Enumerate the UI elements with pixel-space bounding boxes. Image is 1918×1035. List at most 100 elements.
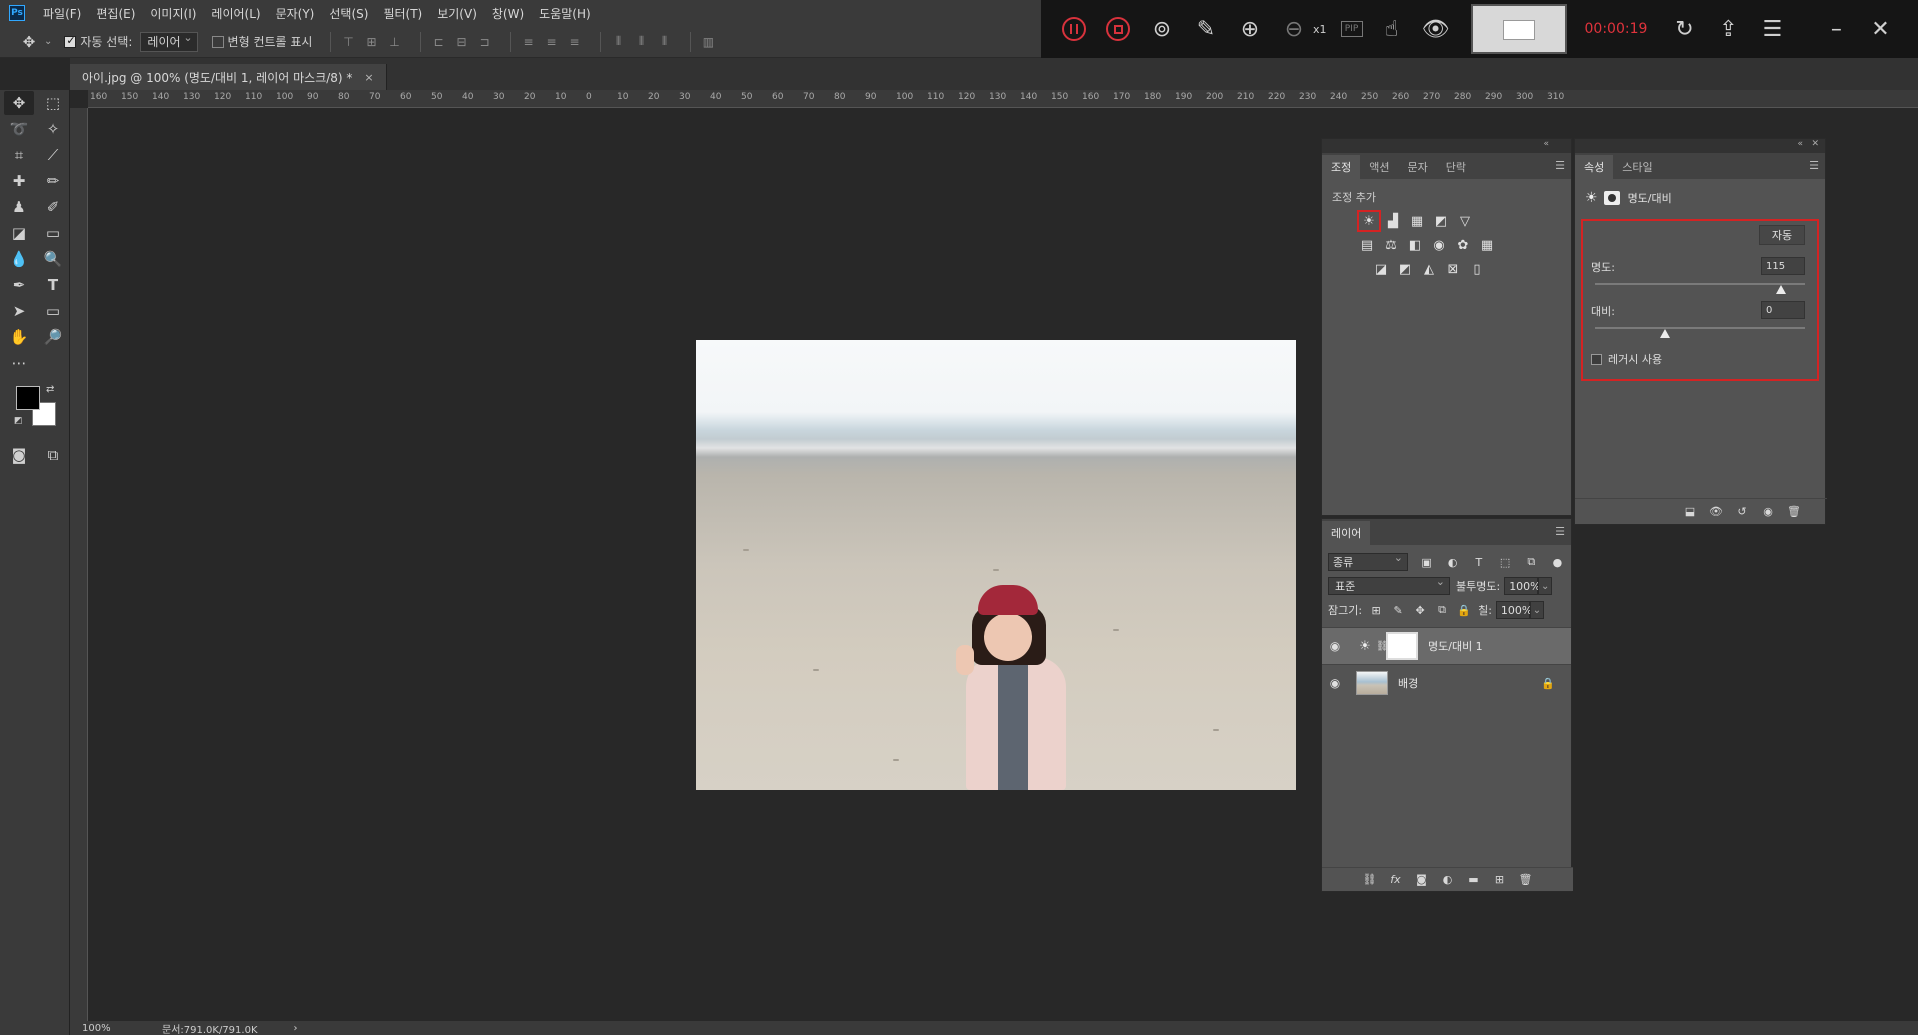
default-colors-icon[interactable]: ◩: [14, 416, 23, 426]
close-icon[interactable]: ✕: [1865, 14, 1895, 44]
brightness-contrast-icon[interactable]: ☀: [1585, 190, 1598, 206]
align-right-icon[interactable]: ⊐: [477, 35, 491, 49]
channel-mixer-icon[interactable]: ✿: [1454, 237, 1472, 253]
tab-layers[interactable]: 레이어: [1322, 521, 1371, 545]
curves-icon[interactable]: ▦: [1408, 213, 1426, 229]
threshold-icon[interactable]: ◭: [1420, 261, 1438, 277]
layer-filter-kind-dropdown[interactable]: 종류: [1328, 551, 1408, 571]
blend-mode-dropdown[interactable]: 표준: [1328, 575, 1450, 595]
vibrance-icon[interactable]: ▽: [1456, 213, 1474, 229]
visibility-eye-icon[interactable]: ◉: [1322, 676, 1348, 690]
swap-colors-icon[interactable]: ⇄: [46, 384, 54, 395]
more-tools-icon[interactable]: ⋯: [4, 351, 34, 375]
reset-icon[interactable]: ↺: [1734, 504, 1750, 520]
blur-tool-icon[interactable]: 💧: [4, 247, 34, 271]
healing-brush-tool-icon[interactable]: ✚: [4, 169, 34, 193]
layer-style-icon[interactable]: fx: [1388, 872, 1404, 888]
new-layer-icon[interactable]: ⊞: [1492, 872, 1508, 888]
magic-wand-tool-icon[interactable]: ✧: [38, 117, 68, 141]
delete-adjustment-icon[interactable]: 🗑: [1786, 504, 1802, 520]
auto-align-icon[interactable]: ▥: [701, 35, 715, 49]
distribute-vcenter-icon[interactable]: ≡: [544, 35, 558, 49]
layer-lock-icon[interactable]: 🔒: [1541, 677, 1555, 690]
pencil-icon[interactable]: ✎: [1191, 14, 1221, 44]
marquee-tool-icon[interactable]: ⬚: [38, 91, 68, 115]
panel-menu-icon[interactable]: ☰: [1555, 525, 1565, 538]
brush-tool-icon[interactable]: ✏: [38, 169, 68, 193]
menu-select[interactable]: 선택(S): [329, 5, 368, 22]
contrast-slider-track[interactable]: [1595, 327, 1805, 329]
new-group-icon[interactable]: ▬: [1466, 872, 1482, 888]
auto-select-checkbox[interactable]: [64, 34, 77, 48]
menu-filter[interactable]: 필터(T): [383, 5, 422, 22]
brightness-value-field[interactable]: 115: [1761, 257, 1805, 275]
align-vcenter-icon[interactable]: ⊞: [364, 35, 378, 49]
delete-layer-icon[interactable]: 🗑: [1518, 872, 1534, 888]
distribute-hcenter-icon[interactable]: ⦀: [634, 34, 648, 49]
align-hcenter-icon[interactable]: ⊟: [454, 35, 468, 49]
gradient-tool-icon[interactable]: ▭: [38, 221, 68, 245]
lasso-tool-icon[interactable]: ➰: [4, 117, 34, 141]
foreground-color-swatch[interactable]: [16, 386, 40, 410]
layer-row-background[interactable]: ◉ 배경 🔒: [1322, 664, 1571, 701]
pen-tool-icon[interactable]: ✒: [4, 273, 34, 297]
eyedropper-tool-icon[interactable]: ⟋: [38, 143, 68, 167]
align-top-icon[interactable]: ⊤: [341, 35, 355, 49]
mask-icon[interactable]: [1603, 191, 1620, 205]
type-tool-icon[interactable]: T: [38, 273, 68, 297]
refresh-icon[interactable]: ↻: [1669, 14, 1699, 44]
screen-mode-icon[interactable]: ⧉: [38, 443, 68, 467]
menu-type[interactable]: 문자(Y): [276, 5, 315, 22]
tab-character[interactable]: 문자: [1399, 155, 1437, 179]
auto-select-target-dropdown[interactable]: 레이어: [140, 31, 198, 52]
invert-icon[interactable]: ◪: [1372, 261, 1390, 277]
close-panel-icon[interactable]: ✕: [1811, 139, 1819, 149]
layer-row-adjustment[interactable]: ◉ ☀ ⛓ 명도/대비 1: [1322, 627, 1571, 664]
lock-artboard-icon[interactable]: ⧉: [1434, 602, 1450, 618]
gradient-map-icon[interactable]: ▯: [1468, 261, 1486, 277]
zoom-out-icon[interactable]: ⊖: [1279, 14, 1309, 44]
contrast-slider-thumb[interactable]: [1660, 329, 1670, 338]
brightness-slider-track[interactable]: [1595, 283, 1805, 285]
levels-icon[interactable]: ▟: [1384, 213, 1402, 229]
distribute-bottom-icon[interactable]: ≡: [567, 35, 581, 49]
visibility-eye-icon[interactable]: ◉: [1322, 639, 1348, 653]
transform-controls-checkbox[interactable]: [211, 35, 224, 48]
distribute-top-icon[interactable]: ≡: [521, 35, 535, 49]
opacity-dropdown-icon[interactable]: ⌄: [1538, 577, 1553, 595]
eye-sparkle-icon[interactable]: 👁: [1421, 14, 1451, 44]
lock-all-icon[interactable]: 🔒: [1456, 602, 1472, 618]
crop-tool-icon[interactable]: ⌗: [4, 143, 34, 167]
pause-record-icon[interactable]: [1059, 14, 1089, 44]
color-lookup-icon[interactable]: ▦: [1478, 237, 1496, 253]
stop-record-icon[interactable]: [1103, 14, 1133, 44]
posterize-icon[interactable]: ◩: [1396, 261, 1414, 277]
chevron-down-icon[interactable]: ⌄: [44, 36, 52, 47]
collapse-panel-icon[interactable]: «: [1543, 139, 1549, 149]
hand-tool-icon[interactable]: ✋: [4, 325, 34, 349]
distribute-left-icon[interactable]: ⦀: [611, 34, 625, 49]
photo-filter-icon[interactable]: ◉: [1430, 237, 1448, 253]
lock-position-icon[interactable]: ✥: [1412, 602, 1428, 618]
menu-window[interactable]: 창(W): [492, 5, 524, 22]
add-mask-icon[interactable]: ◙: [1414, 872, 1430, 888]
dodge-tool-icon[interactable]: 🔍: [38, 247, 68, 271]
settings-dropdown-icon[interactable]: ☰: [1757, 14, 1787, 44]
quick-mask-icon[interactable]: ◙: [4, 443, 34, 467]
menu-image[interactable]: 이미지(I): [150, 5, 196, 22]
clone-stamp-tool-icon[interactable]: ♟: [4, 195, 34, 219]
toggle-visibility-icon[interactable]: ◉: [1760, 504, 1776, 520]
filter-toggle-icon[interactable]: ●: [1550, 554, 1565, 570]
path-selection-tool-icon[interactable]: ➤: [4, 299, 34, 323]
menu-view[interactable]: 보기(V): [437, 5, 477, 22]
zoom-status[interactable]: 100%: [82, 1023, 142, 1034]
zoom-tool-icon[interactable]: 🔎: [38, 325, 68, 349]
document-tab[interactable]: 아이.jpg @ 100% (명도/대비 1, 레이어 마스크/8) * ×: [70, 64, 387, 90]
clip-to-layer-icon[interactable]: ⬓: [1682, 504, 1698, 520]
layer-mask-thumbnail[interactable]: [1386, 632, 1418, 660]
camera-icon[interactable]: ⊚: [1147, 14, 1177, 44]
filter-adjustment-icon[interactable]: ◐: [1445, 554, 1460, 570]
new-adjustment-layer-icon[interactable]: ◐: [1440, 872, 1456, 888]
black-white-icon[interactable]: ◧: [1406, 237, 1424, 253]
pip-icon[interactable]: PIP: [1340, 21, 1363, 37]
